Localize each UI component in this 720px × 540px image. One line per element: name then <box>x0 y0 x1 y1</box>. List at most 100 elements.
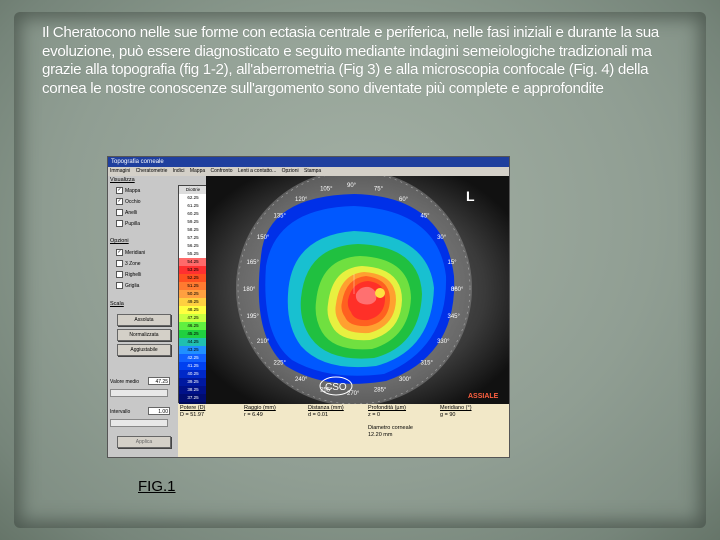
cso-logo-text: CSO <box>325 382 347 393</box>
meridian-degree-label: 300° <box>399 377 412 383</box>
meridian-degree-label: 345° <box>448 314 461 320</box>
measurement-readouts: Potere (D) D = 51.97 Raggio (mm) r = 6.49 … <box>178 404 509 457</box>
meridian-degree-label: 225° <box>274 361 287 367</box>
diopter-color-scale: Diottrie 62.25 61.25 60.25 59.25 58.25 57.25 5… <box>178 185 208 410</box>
color-map <box>258 194 455 384</box>
scale-step: 42.25 <box>179 354 207 362</box>
assoluta-button[interactable]: Assoluta <box>117 314 171 326</box>
meridian-degree-label: 120° <box>295 197 308 203</box>
valore-medio-label: Valore medio <box>110 379 140 385</box>
menu-item-opzioni[interactable]: Opzioni <box>282 168 299 174</box>
meridian-degree-label: 45° <box>421 214 431 220</box>
scale-step: 59.25 <box>179 218 207 226</box>
menu-item-cheratometrie[interactable]: Cheratometrie <box>136 168 168 174</box>
scale-step: 52.25 <box>179 274 207 282</box>
scale-step: 43.25 <box>179 346 207 354</box>
scale-step: 58.25 <box>179 226 207 234</box>
readout-raggio: Raggio (mm) r = 6.49 <box>244 405 276 418</box>
meridian-degree-label: 150° <box>257 235 270 241</box>
meridian-degree-label: 330° <box>437 339 450 345</box>
intervallo-label: Intervallo <box>110 409 131 415</box>
checkbox-mappa[interactable]: ✓ Mappa <box>116 187 140 194</box>
scale-step: 57.25 <box>179 234 207 242</box>
scale-step: 53.25 <box>179 266 207 274</box>
scale-step: 61.25 <box>179 202 207 210</box>
topography-map-view[interactable]: 90° 75° 60° 45° 30° 15° 0° 360° 345° 330° 315° 300°… <box>206 176 509 404</box>
meridian-degree-label: 315° <box>421 361 434 367</box>
meridian-degree-label: 30° <box>437 235 447 241</box>
scale-step: 60.25 <box>179 210 207 218</box>
meridian-degree-label: 75° <box>374 187 384 193</box>
figure-caption: FIG.1 <box>138 478 176 495</box>
meridian-degree-label: 210° <box>257 339 270 345</box>
valore-medio-scrollbar[interactable] <box>110 389 168 397</box>
menu-item-confronto[interactable]: Confronto <box>211 168 233 174</box>
scale-step: 51.25 <box>179 282 207 290</box>
scale-step: 46.25 <box>179 322 207 330</box>
scale-step: 44.25 <box>179 338 207 346</box>
scale-step: 49.25 <box>179 298 207 306</box>
zone-yellow-spot <box>375 288 385 298</box>
aggiustabile-button[interactable]: Aggiustabile <box>117 344 171 356</box>
scale-step: 37.25 <box>179 394 207 402</box>
scale-step: 56.25 <box>179 242 207 250</box>
normalizzata-button[interactable]: Normalizzata <box>117 329 171 341</box>
menu-item-stampa[interactable]: Stampa <box>304 168 321 174</box>
readout-diametro: Diametro corneale 12.20 mm <box>368 425 413 438</box>
group-opzioni: Opzioni <box>110 238 129 244</box>
checkbox-anelli[interactable]: Anelli <box>116 209 137 216</box>
scale-step: 50.25 <box>179 290 207 298</box>
meridian-degree-label: 240° <box>295 377 308 383</box>
scale-step: 41.25 <box>179 362 207 370</box>
checkbox-meridiani[interactable]: ✓ Meridiani <box>116 249 145 256</box>
intervallo-field[interactable]: 1.00 <box>148 407 170 415</box>
menu-item-mappa[interactable]: Mappa <box>190 168 205 174</box>
meridian-degree-label: 135° <box>274 214 287 220</box>
scale-step: 39.25 <box>179 378 207 386</box>
scale-step: 45.25 <box>179 330 207 338</box>
intervallo-scrollbar[interactable] <box>110 419 168 427</box>
meridian-degree-label: 285° <box>374 388 387 394</box>
valore-medio-field[interactable]: 47.25 <box>148 377 170 385</box>
readout-potere: Potere (D) D = 51.97 <box>180 405 206 418</box>
applica-button[interactable]: Applica <box>117 436 171 448</box>
group-visualizza: Visualizza <box>110 177 135 183</box>
readout-profondita: Profondità (µm) z = 0 <box>368 405 407 418</box>
checkbox-griglia[interactable]: Griglia <box>116 282 139 289</box>
checkbox-righelli[interactable]: Righelli <box>116 271 141 278</box>
scale-step: 47.25 <box>179 314 207 322</box>
readout-meridiano: Meridiano (°) g = 90 <box>440 405 472 418</box>
scale-step: 54.25 <box>179 258 207 266</box>
menu-item-immagini[interactable]: Immagini <box>110 168 130 174</box>
scale-step: 55.25 <box>179 250 207 258</box>
control-panel: Visualizza ✓ Mappa ✓ Occhio Anelli Pupilla… <box>108 176 178 457</box>
meridian-degree-label: 180° <box>243 287 256 293</box>
slide-background: Il Cheratocono nelle sue forme con ectas… <box>0 0 720 540</box>
intro-paragraph: Il Cheratocono nelle sue forme con ectas… <box>42 24 659 97</box>
meridian-degree-label: 90° <box>347 183 357 189</box>
group-scala: Scala <box>110 301 124 307</box>
map-mode-label: ASSIALE <box>468 393 499 400</box>
check-mark-icon: ✓ <box>116 187 123 194</box>
meridian-degree-label: 165° <box>247 260 260 266</box>
meridian-degree-label: 360° <box>451 287 464 293</box>
menu-bar: Immagini Cheratometrie Indici Mappa Conf… <box>108 167 509 176</box>
check-mark-icon: ✓ <box>116 198 123 205</box>
readout-distanza: Distanza (mm) d = 0.01 <box>308 405 344 418</box>
menu-item-indici[interactable]: Indici <box>173 168 185 174</box>
scale-step: 62.25 <box>179 194 207 202</box>
check-mark-icon: ✓ <box>116 249 123 256</box>
scale-header: Diottrie <box>179 186 207 194</box>
checkbox-occhio[interactable]: ✓ Occhio <box>116 198 141 205</box>
checkbox-3-zone[interactable]: 3 Zone <box>116 260 141 267</box>
scale-step: 48.25 <box>179 306 207 314</box>
scale-step: 38.25 <box>179 386 207 394</box>
eye-side-label: L <box>466 188 475 204</box>
window-title: Topografia corneale <box>108 157 509 167</box>
checkbox-pupilla[interactable]: Pupilla <box>116 220 140 227</box>
meridian-degree-label: 195° <box>247 314 260 320</box>
scale-step: 40.25 <box>179 370 207 378</box>
topography-map-svg: 90°75°60°45°30°15°0°360°345°330°315°300°… <box>206 176 509 404</box>
menu-item-lenti[interactable]: Lenti a contatto... <box>238 168 276 174</box>
meridian-degree-label: 105° <box>320 187 333 193</box>
